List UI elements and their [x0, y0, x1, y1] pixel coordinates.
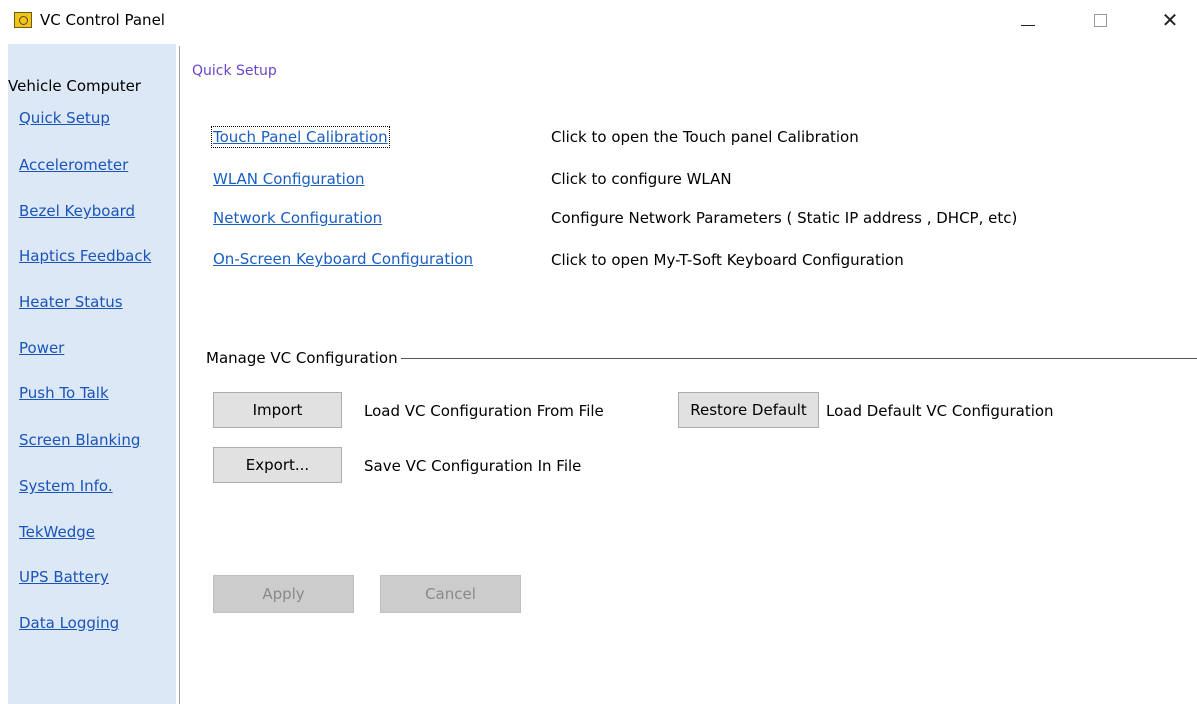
touch-panel-calibration-link[interactable]: Touch Panel Calibration [211, 126, 390, 148]
sidebar: Vehicle Computer Quick Setup Acceleromet… [8, 44, 176, 704]
sidebar-item-data-logging[interactable]: Data Logging [19, 614, 119, 632]
sidebar-heading: Vehicle Computer [8, 77, 141, 95]
sidebar-item-tekwedge[interactable]: TekWedge [19, 523, 95, 541]
wlan-configuration-link[interactable]: WLAN Configuration [213, 170, 365, 188]
maximize-button[interactable] [1080, 6, 1120, 34]
apply-button[interactable]: Apply [213, 575, 354, 613]
sidebar-item-bezel-keyboard[interactable]: Bezel Keyboard [19, 202, 135, 220]
title-bar: VC Control Panel ✕ [0, 0, 1197, 40]
sidebar-item-ups-battery[interactable]: UPS Battery [19, 568, 109, 586]
restore-default-button[interactable]: Restore Default [678, 392, 819, 428]
on-screen-keyboard-configuration-link[interactable]: On-Screen Keyboard Configuration [213, 250, 473, 268]
sidebar-item-accelerometer[interactable]: Accelerometer [19, 156, 128, 174]
maximize-icon [1094, 14, 1107, 27]
sidebar-item-push-to-talk[interactable]: Push To Talk [19, 384, 109, 402]
touch-panel-calibration-description: Click to open the Touch panel Calibratio… [551, 128, 859, 146]
on-screen-keyboard-configuration-description: Click to open My-T-Soft Keyboard Configu… [551, 251, 904, 269]
cancel-button[interactable]: Cancel [380, 575, 521, 613]
sidebar-divider [179, 46, 180, 704]
sidebar-item-haptics-feedback[interactable]: Haptics Feedback [19, 247, 151, 265]
import-description: Load VC Configuration From File [364, 402, 604, 420]
export-button[interactable]: Export... [213, 447, 342, 483]
restore-default-description: Load Default VC Configuration [826, 402, 1054, 420]
window-title: VC Control Panel [40, 11, 165, 29]
page-title: Quick Setup [192, 63, 277, 79]
close-icon: ✕ [1161, 8, 1179, 32]
sidebar-item-heater-status[interactable]: Heater Status [19, 293, 123, 311]
sidebar-item-power[interactable]: Power [19, 339, 64, 357]
app-icon [14, 12, 32, 28]
wlan-configuration-description: Click to configure WLAN [551, 170, 732, 188]
sidebar-item-screen-blanking[interactable]: Screen Blanking [19, 431, 140, 449]
export-description: Save VC Configuration In File [364, 457, 582, 475]
minimize-icon [1021, 25, 1035, 26]
sidebar-item-system-info[interactable]: System Info. [19, 477, 113, 495]
minimize-button[interactable] [1008, 6, 1048, 34]
network-configuration-link[interactable]: Network Configuration [213, 209, 382, 227]
manage-config-group-label: Manage VC Configuration [206, 349, 401, 367]
network-configuration-description: Configure Network Parameters ( Static IP… [551, 209, 1018, 227]
sidebar-item-quick-setup[interactable]: Quick Setup [19, 109, 110, 127]
close-button[interactable]: ✕ [1150, 6, 1190, 34]
import-button[interactable]: Import [213, 392, 342, 428]
